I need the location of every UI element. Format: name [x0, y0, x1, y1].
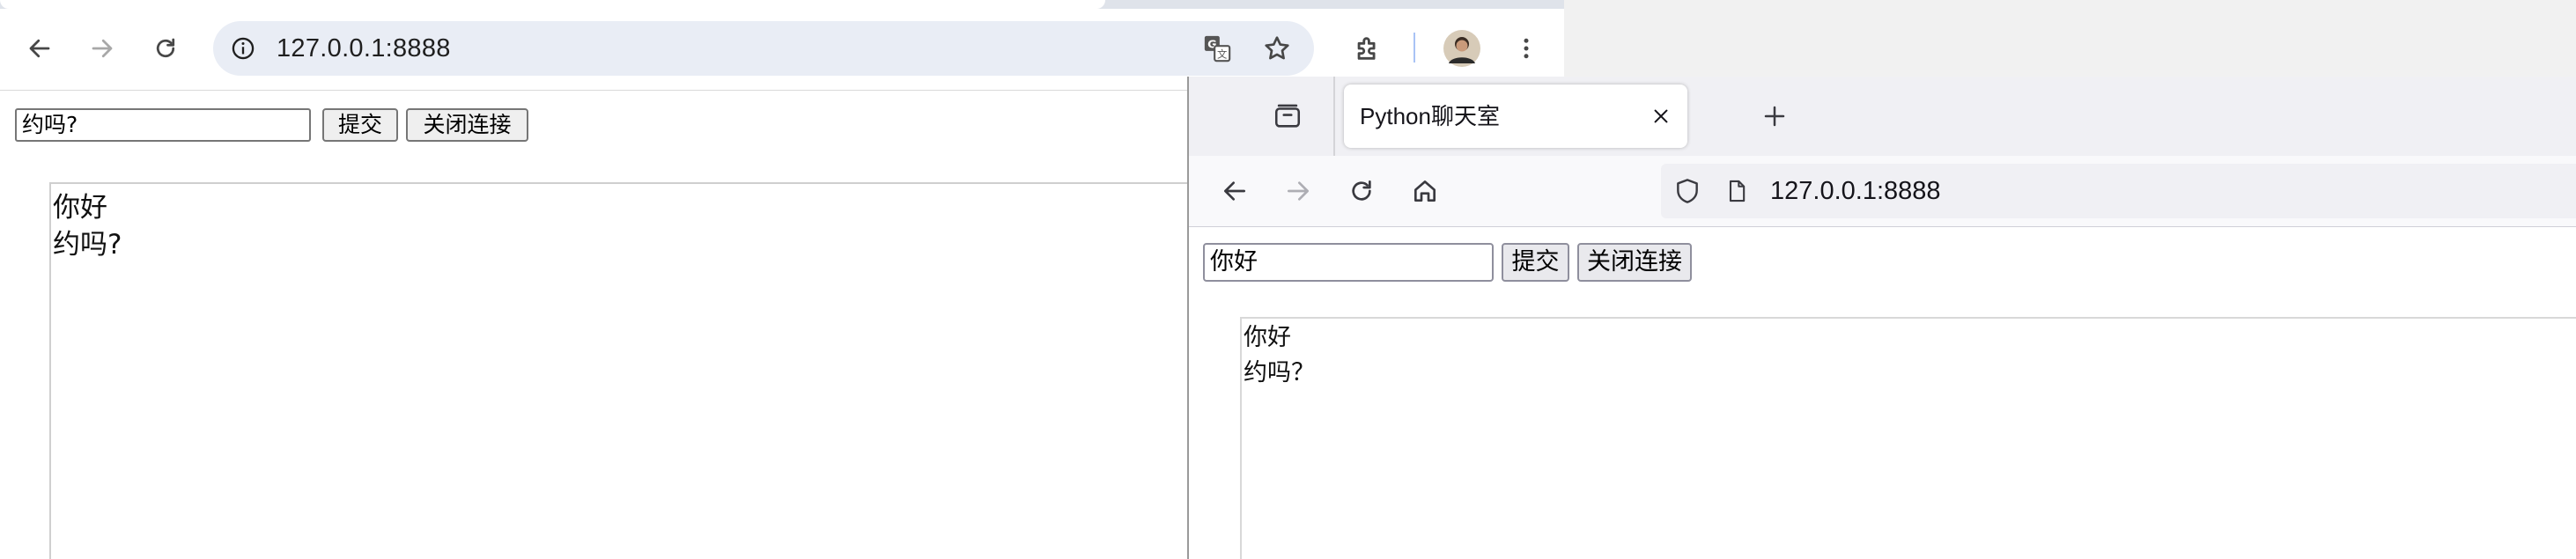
- submit-button[interactable]: 提交: [1502, 243, 1569, 282]
- profile-avatar[interactable]: [1437, 24, 1487, 73]
- tab-active[interactable]: Python聊天室: [1344, 85, 1687, 148]
- message-input[interactable]: 约吗?: [15, 108, 311, 142]
- chrome-tabstrip: [0, 0, 1564, 9]
- omnibox-url[interactable]: 127.0.0.1:8888: [277, 21, 451, 76]
- menu-kebab-icon[interactable]: [1502, 24, 1551, 73]
- firefox-page-content: 你好 提交 关闭连接 你好 约吗？: [1189, 227, 2576, 559]
- message-input[interactable]: 你好: [1203, 243, 1494, 282]
- back-arrow-icon[interactable]: [1210, 166, 1259, 216]
- home-icon[interactable]: [1400, 166, 1450, 216]
- bookmark-star-icon[interactable]: [1259, 31, 1295, 66]
- url-text[interactable]: 127.0.0.1:8888: [1770, 164, 1941, 218]
- tab-overview-icon[interactable]: [1263, 92, 1312, 141]
- reload-icon[interactable]: [141, 24, 190, 73]
- url-bar[interactable]: 127.0.0.1:8888: [1661, 164, 2576, 218]
- toolbar-divider: [1413, 33, 1415, 63]
- extensions-icon[interactable]: [1343, 24, 1392, 73]
- tab-title: Python聊天室: [1360, 103, 1500, 129]
- tab-close-icon[interactable]: [1645, 100, 1677, 132]
- reload-icon[interactable]: [1337, 166, 1386, 216]
- page-icon[interactable]: [1721, 175, 1753, 207]
- forward-arrow-icon[interactable]: [78, 24, 127, 73]
- shield-icon[interactable]: [1672, 175, 1703, 207]
- chat-message: 你好: [1244, 324, 1291, 351]
- firefox-window: Python聊天室 127.0.0.1:8888 你好 提交 关闭连接 你好 约…: [1187, 77, 2576, 559]
- svg-text:文: 文: [1217, 48, 1227, 61]
- chat-log: 你好 约吗？: [1240, 317, 2576, 559]
- translate-icon[interactable]: G文: [1199, 31, 1235, 66]
- new-tab-plus-icon[interactable]: [1753, 94, 1797, 138]
- site-info-icon[interactable]: [225, 31, 261, 66]
- back-arrow-icon[interactable]: [15, 24, 64, 73]
- submit-button[interactable]: 提交: [322, 108, 398, 142]
- firefox-toolbar: 127.0.0.1:8888: [1189, 156, 2576, 227]
- close-connection-button[interactable]: 关闭连接: [406, 108, 528, 142]
- close-connection-button[interactable]: 关闭连接: [1577, 243, 1692, 282]
- omnibox[interactable]: 127.0.0.1:8888 G文: [213, 21, 1314, 76]
- firefox-tabstrip: Python聊天室: [1189, 77, 2576, 156]
- chrome-active-tab-bottom[interactable]: [0, 0, 1105, 9]
- chat-message: 约吗？: [1244, 359, 1315, 386]
- tabstrip-separator: [1333, 77, 1335, 156]
- forward-arrow-icon[interactable]: [1273, 166, 1323, 216]
